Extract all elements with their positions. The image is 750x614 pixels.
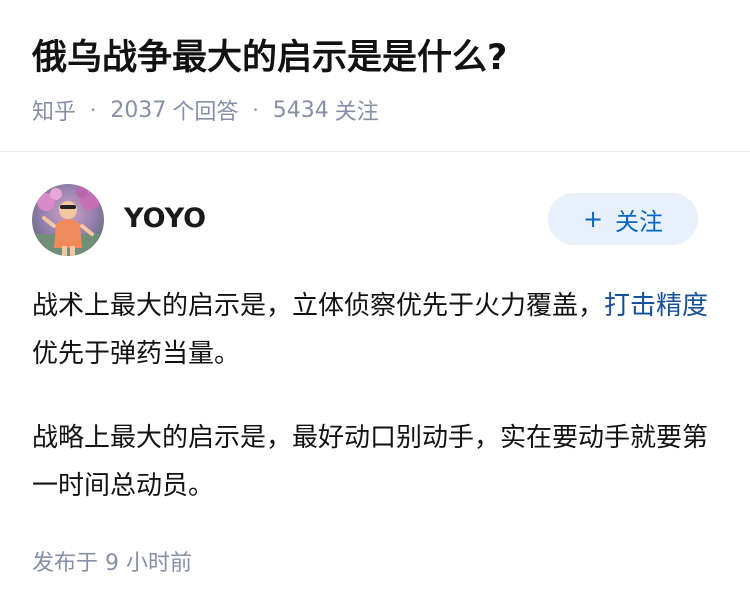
- paragraph-text: 优先于弹药当量。: [32, 339, 241, 369]
- answer-count: 2037: [110, 97, 167, 123]
- avatar[interactable]: [32, 184, 104, 256]
- answer-count-label[interactable]: 个回答: [172, 94, 238, 126]
- posted-label: 发布于: [32, 551, 99, 576]
- follower-count-label[interactable]: 关注: [335, 94, 379, 126]
- answer-paragraph: 战略上最大的启示是，最好动口别动手，实在要动手就要第一时间总动员。: [32, 423, 709, 501]
- answer-content: 战术上最大的启示是，立体侦察优先于火力覆盖，打击精度优先于弹药当量。 战略上最大…: [32, 282, 718, 510]
- author-name[interactable]: YOYO: [124, 201, 206, 237]
- follow-button-label: 关注: [615, 207, 664, 236]
- strike-precision-link[interactable]: 打击精度: [604, 291, 708, 321]
- question-meta: 知乎 · 2037 个回答 · 5434 关注: [32, 92, 379, 128]
- meta-separator: ·: [252, 98, 259, 122]
- question-header: 俄乌战争最大的启示是是什么? 知乎 · 2037 个回答 · 5434 关注: [0, 0, 750, 152]
- follower-count: 5434: [272, 97, 329, 123]
- posted-time-value: 9 小时前: [105, 551, 193, 576]
- paragraph-text: 战术上最大的启示是，立体侦察优先于火力覆盖，: [32, 291, 605, 321]
- question-title[interactable]: 俄乌战争最大的启示是是什么?: [32, 32, 507, 84]
- answer-paragraph: 战术上最大的启示是，立体侦察优先于火力覆盖，打击精度优先于弹药当量。: [32, 282, 718, 378]
- author-row: YOYO + 关注: [32, 184, 718, 256]
- posted-time: 发布于 9 小时前: [32, 546, 192, 582]
- meta-separator: ·: [90, 98, 97, 122]
- plus-icon: +: [582, 205, 604, 233]
- follow-button[interactable]: + 关注: [548, 193, 698, 245]
- source-label[interactable]: 知乎: [32, 94, 76, 126]
- avatar-photo-icon: [32, 184, 104, 256]
